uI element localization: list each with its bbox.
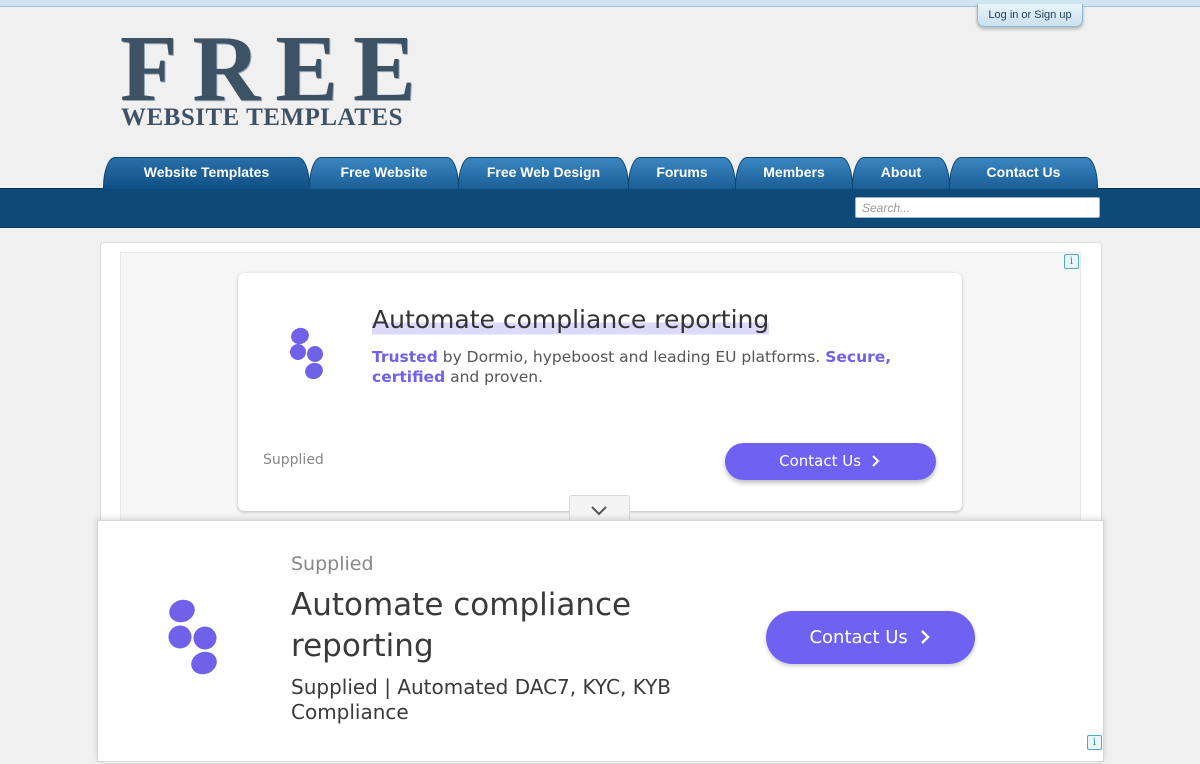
- chevron-right-icon: [920, 630, 930, 644]
- expand-ad-button[interactable]: [569, 495, 630, 522]
- ad-description: Trusted by Dormio, hypeboost and leading…: [372, 348, 892, 386]
- tab-free-web-design[interactable]: Free Web Design: [458, 157, 629, 189]
- ad-supplied-label: Supplied: [263, 452, 324, 468]
- bottom-ad-banner[interactable]: Supplied Automate compliance reporting S…: [97, 520, 1104, 762]
- ad-supplied-label: Supplied: [291, 553, 374, 575]
- logo-title: FREE: [120, 17, 431, 121]
- ad-logo-icon: [290, 327, 323, 380]
- chevron-right-icon: [872, 455, 880, 467]
- info-icon[interactable]: i: [1087, 735, 1102, 750]
- login-signup-link[interactable]: Log in or Sign up: [977, 4, 1083, 27]
- ad-title: Automate compliance reporting: [291, 587, 632, 664]
- tab-members[interactable]: Members: [735, 157, 853, 189]
- contact-us-button[interactable]: Contact Us: [766, 611, 975, 664]
- info-icon[interactable]: i: [1064, 254, 1079, 269]
- chevron-down-icon: [591, 506, 607, 516]
- tab-website-templates[interactable]: Website Templates: [103, 157, 310, 189]
- tab-free-website[interactable]: Free Website: [309, 157, 459, 189]
- search-input[interactable]: [855, 197, 1100, 218]
- ad-title: Automate compliance reporting: [372, 303, 770, 337]
- ad-logo-icon: [168, 599, 217, 675]
- logo-subtitle: WEBSITE TEMPLATES: [121, 104, 403, 131]
- tab-contact-us[interactable]: Contact Us: [949, 157, 1098, 189]
- tab-forums[interactable]: Forums: [628, 157, 736, 189]
- ad-card[interactable]: Automate compliance reporting Trusted by…: [238, 273, 962, 511]
- ad-description: Supplied | Automated DAC7, KYC, KYB Comp…: [291, 675, 672, 724]
- site-logo[interactable]: FREE WEBSITE TEMPLATES: [120, 22, 422, 134]
- tab-about[interactable]: About: [852, 157, 950, 189]
- contact-us-button[interactable]: Contact Us: [725, 443, 936, 480]
- main-nav-tabs: Website Templates Free Website Free Web …: [0, 157, 1200, 189]
